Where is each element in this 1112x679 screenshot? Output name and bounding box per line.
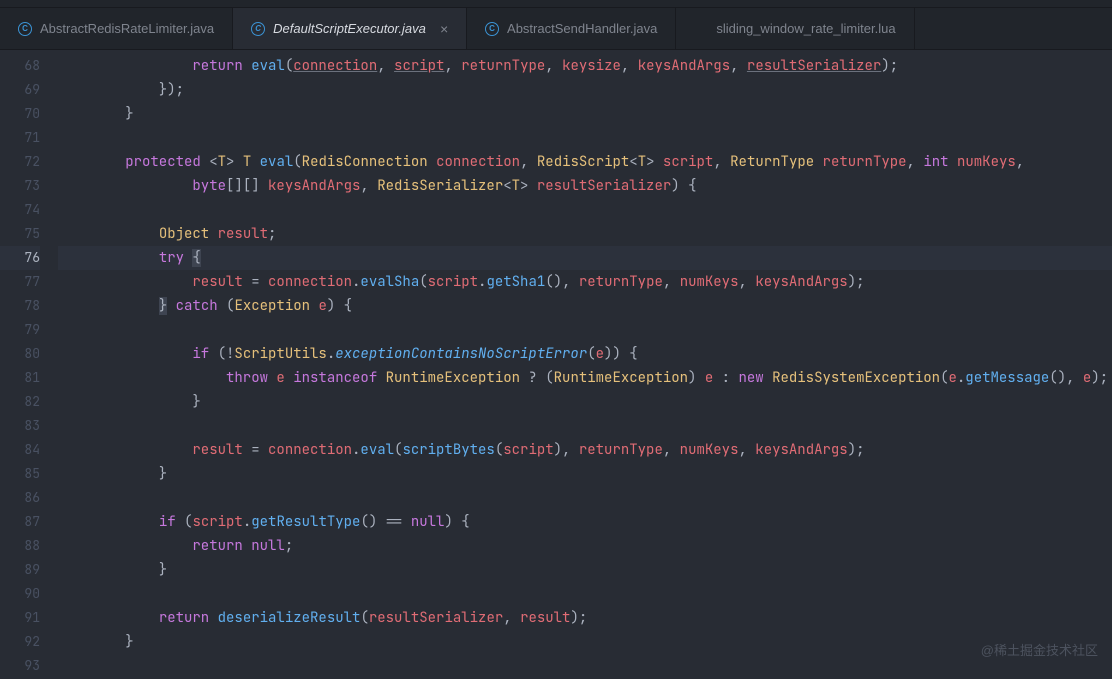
line-number: 77 [0, 270, 40, 294]
code-line[interactable]: } catch (Exception e) { [58, 294, 1112, 318]
line-number: 82 [0, 390, 40, 414]
ide-window: C AbstractRedisRateLimiter.java C Defaul… [0, 0, 1112, 679]
line-number: 68 [0, 54, 40, 78]
line-number: 79 [0, 318, 40, 342]
code-line[interactable] [58, 486, 1112, 510]
code-line[interactable]: if (script.getResultType() == null) { [58, 510, 1112, 534]
code-line[interactable] [58, 126, 1112, 150]
line-number: 87 [0, 510, 40, 534]
code-line[interactable]: }); [58, 78, 1112, 102]
tab-default-script-executor[interactable]: C DefaultScriptExecutor.java × [233, 8, 467, 49]
tab-abstract-send-handler[interactable]: C AbstractSendHandler.java [467, 8, 676, 49]
tab-label: AbstractSendHandler.java [507, 21, 657, 36]
code-line[interactable]: } [58, 462, 1112, 486]
java-icon: C [251, 22, 265, 36]
code-line[interactable] [58, 654, 1112, 678]
code-line[interactable] [58, 414, 1112, 438]
line-number: 84 [0, 438, 40, 462]
line-number: 83 [0, 414, 40, 438]
line-number: 78 [0, 294, 40, 318]
code-line[interactable]: result = connection.evalSha(script.getSh… [58, 270, 1112, 294]
code-line[interactable]: return deserializeResult(resultSerialize… [58, 606, 1112, 630]
code-line[interactable]: Object result; [58, 222, 1112, 246]
code-line[interactable]: } [58, 390, 1112, 414]
line-number: 72 [0, 150, 40, 174]
line-number: 73 [0, 174, 40, 198]
line-number: 90 [0, 582, 40, 606]
java-icon: C [485, 22, 499, 36]
line-number: 80 [0, 342, 40, 366]
code-line[interactable]: protected <T> T eval(RedisConnection con… [58, 150, 1112, 174]
line-number: 74 [0, 198, 40, 222]
close-icon[interactable]: × [434, 21, 448, 37]
title-bar [0, 0, 1112, 8]
tab-label: DefaultScriptExecutor.java [273, 21, 426, 36]
line-number: 92 [0, 630, 40, 654]
line-number: 71 [0, 126, 40, 150]
editor-tabs: C AbstractRedisRateLimiter.java C Defaul… [0, 8, 1112, 50]
line-number: 69 [0, 78, 40, 102]
line-number: 88 [0, 534, 40, 558]
line-number: 75 [0, 222, 40, 246]
code-line[interactable]: } [58, 630, 1112, 654]
tab-label: AbstractRedisRateLimiter.java [40, 21, 214, 36]
watermark: @稀土掘金技术社区 [981, 640, 1098, 659]
code-line[interactable]: result = connection.eval(scriptBytes(scr… [58, 438, 1112, 462]
tab-sliding-window-lua[interactable]: sliding_window_rate_limiter.lua [676, 8, 914, 49]
code-line[interactable]: byte[][] keysAndArgs, RedisSerializer<T>… [58, 174, 1112, 198]
code-line[interactable] [58, 582, 1112, 606]
line-number: 93 [0, 654, 40, 678]
text-file-icon [694, 28, 708, 30]
code-line[interactable]: return null; [58, 534, 1112, 558]
tab-abstract-redis-rate-limiter[interactable]: C AbstractRedisRateLimiter.java [0, 8, 233, 49]
line-number: 85 [0, 462, 40, 486]
line-number-gutter: 6869707172737475767778798081828384858687… [0, 50, 58, 679]
code-line[interactable]: } [58, 102, 1112, 126]
line-number: 89 [0, 558, 40, 582]
code-line[interactable]: } [58, 558, 1112, 582]
code-area[interactable]: return eval(connection, script, returnTy… [58, 50, 1112, 679]
line-number: 70 [0, 102, 40, 126]
java-icon: C [18, 22, 32, 36]
code-line[interactable]: try { [58, 246, 1112, 270]
code-line[interactable]: return eval(connection, script, returnTy… [58, 54, 1112, 78]
line-number: 91 [0, 606, 40, 630]
code-line[interactable]: if (!ScriptUtils.exceptionContainsNoScri… [58, 342, 1112, 366]
code-line[interactable] [58, 318, 1112, 342]
line-number: 86 [0, 486, 40, 510]
line-number: 81 [0, 366, 40, 390]
line-number: 76 [0, 246, 40, 270]
code-editor[interactable]: 6869707172737475767778798081828384858687… [0, 50, 1112, 679]
code-line[interactable] [58, 198, 1112, 222]
tab-label: sliding_window_rate_limiter.lua [716, 21, 895, 36]
code-line[interactable]: throw e instanceof RuntimeException ? (R… [58, 366, 1112, 390]
